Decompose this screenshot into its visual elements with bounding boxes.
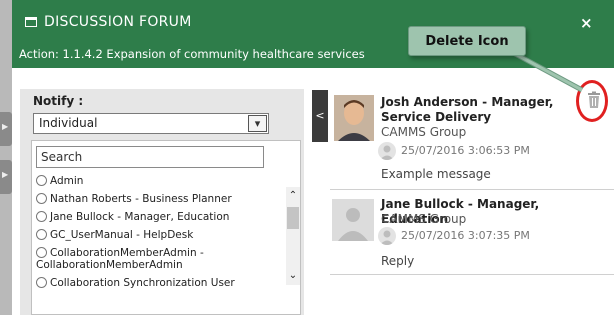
member-list: Admin Nathan Roberts - Business Planner … (36, 175, 284, 295)
search-input[interactable] (36, 146, 264, 168)
member-item[interactable]: Nathan Roberts - Business Planner (36, 193, 284, 205)
background-expand-tab (0, 112, 12, 146)
action-title: Action: 1.1.4.2 Expansion of community h… (19, 47, 365, 61)
user-icon (378, 227, 396, 245)
post-organization: CAMMS Group (381, 212, 467, 226)
window-icon (25, 17, 37, 27)
radio-button[interactable] (36, 211, 47, 222)
post-message: Example message (381, 167, 491, 181)
avatar (334, 95, 374, 141)
post-divider (330, 189, 614, 190)
member-item[interactable]: Collaboration Synchronization User (36, 277, 284, 289)
member-list-box: Admin Nathan Roberts - Business Planner … (31, 140, 301, 315)
member-item[interactable]: Admin (36, 175, 284, 187)
radio-button[interactable] (36, 229, 47, 240)
post-timestamp: 25/07/2016 3:07:35 PM (401, 229, 530, 242)
radio-button[interactable] (36, 247, 47, 258)
collapse-panel-button[interactable]: < (312, 90, 328, 142)
notify-label: Notify : (33, 94, 84, 108)
post-divider (330, 274, 614, 275)
notify-select[interactable]: Individual ▾ (33, 113, 269, 134)
avatar (332, 199, 374, 241)
highlight-circle (576, 80, 608, 122)
scroll-down-icon[interactable]: ⌄ (286, 267, 300, 285)
reply-link[interactable]: Reply (381, 254, 414, 268)
modal-title: DISCUSSION FORUM (44, 14, 192, 30)
scroll-thumb[interactable] (287, 207, 299, 229)
user-icon (378, 142, 396, 160)
member-item[interactable]: Jane Bullock - Manager, Education (36, 211, 284, 223)
post-organization: CAMMS Group (381, 125, 467, 139)
post-timestamp: 25/07/2016 3:06:53 PM (401, 144, 530, 157)
background-expand-tab (0, 160, 12, 194)
notify-panel: Notify : Individual ▾ Admin Nathan Rober… (20, 89, 304, 315)
radio-button[interactable] (36, 277, 47, 288)
scroll-up-icon[interactable]: ⌃ (286, 187, 300, 205)
delete-icon-callout: Delete Icon (408, 26, 526, 56)
close-button[interactable]: × (580, 14, 593, 32)
chevron-down-icon[interactable]: ▾ (248, 115, 267, 132)
notify-select-value: Individual (39, 116, 98, 130)
radio-button[interactable] (36, 193, 47, 204)
member-list-scrollbar[interactable]: ⌃ ⌄ (286, 187, 300, 285)
post-author: Josh Anderson - Manager, Service Deliver… (381, 95, 554, 124)
radio-button[interactable] (36, 175, 47, 186)
discussion-thread: Josh Anderson - Manager, Service Deliver… (330, 89, 614, 315)
member-item[interactable]: GC_UserManual - HelpDesk (36, 229, 284, 241)
member-item[interactable]: CollaborationMemberAdmin - Collaboration… (36, 247, 284, 271)
